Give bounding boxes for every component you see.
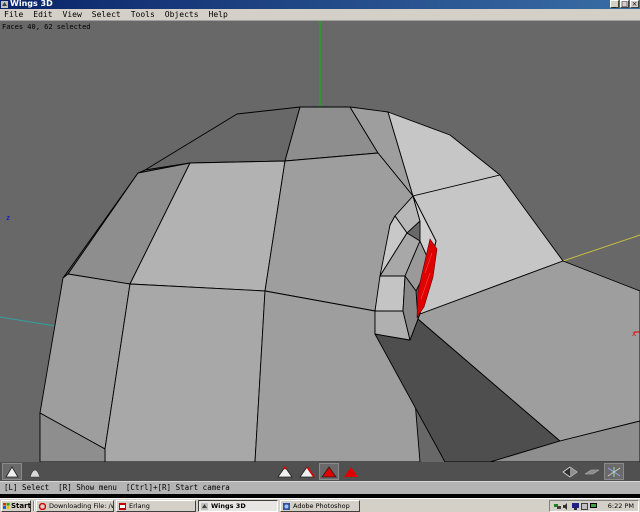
perspective-button[interactable]: [560, 463, 580, 480]
x-axis-label: x: [632, 330, 637, 338]
taskbar-clock: 6:22 PM: [607, 502, 634, 510]
menu-tools[interactable]: Tools: [126, 9, 160, 21]
menu-file[interactable]: File: [0, 9, 28, 21]
3d-viewport[interactable]: Faces 40, 62 selected z x: [0, 21, 640, 462]
axes-icon: [607, 466, 621, 477]
opera-icon: [39, 503, 46, 510]
erlang-icon: [119, 503, 126, 510]
display-tray-icon[interactable]: [572, 503, 579, 510]
mesh-face: [374, 275, 406, 312]
menu-help[interactable]: Help: [204, 9, 233, 21]
edge-select-button[interactable]: [297, 463, 317, 480]
task-wings-3d[interactable]: Wings 3D: [198, 500, 278, 512]
body-select-button[interactable]: [341, 463, 361, 480]
smooth-preview-icon: [29, 469, 41, 477]
task-erlang[interactable]: Erlang: [116, 500, 196, 512]
volume-tray-icon[interactable]: [563, 503, 570, 510]
edge-select-mode-icon: [299, 465, 315, 477]
smooth-shading-icon: [5, 465, 19, 477]
status-text: [L] Select [R] Show menu [Ctrl]+[R] Star…: [4, 483, 230, 492]
start-label: Start: [11, 502, 31, 510]
wings-app-icon: [1, 1, 8, 8]
ground-grid-icon: [584, 469, 600, 474]
task-downloading[interactable]: Downloading File: /wings/...: [36, 500, 114, 512]
menu-view[interactable]: View: [58, 9, 87, 21]
mesh-faces: [39, 106, 640, 462]
smooth-shading-button[interactable]: [2, 463, 22, 480]
z-axis-line: [0, 316, 56, 327]
face-select-mode-icon: [321, 465, 337, 477]
task-label: Erlang: [129, 502, 150, 510]
windows-flag-icon: [3, 503, 10, 509]
select-mode-toolbar: [0, 462, 640, 481]
mesh-face: [144, 106, 301, 171]
face-select-button[interactable]: [319, 463, 339, 480]
status-bar: [L] Select [R] Show menu [Ctrl]+[R] Star…: [0, 481, 640, 494]
menu-bar: File Edit View Select Tools Objects Help: [0, 9, 640, 21]
system-tray: 6:22 PM: [549, 500, 639, 512]
vertex-select-button[interactable]: [275, 463, 295, 480]
minimize-button[interactable]: _: [610, 0, 619, 8]
start-button[interactable]: Start: [1, 500, 31, 512]
photoshop-icon: [283, 503, 290, 510]
close-button[interactable]: ×: [630, 0, 639, 8]
axes-button[interactable]: [604, 463, 624, 480]
task-label: Wings 3D: [211, 502, 246, 510]
monitor-tray-icon[interactable]: [590, 503, 597, 510]
menu-objects[interactable]: Objects: [160, 9, 204, 21]
mesh-face: [104, 283, 266, 462]
z-axis-label: z: [6, 214, 11, 222]
task-adobe-photoshop[interactable]: Adobe Photoshop: [280, 500, 360, 512]
wings-icon: [201, 503, 208, 510]
task-label: Downloading File: /wings/...: [49, 502, 113, 510]
taskbar: Start Downloading File: /wings/... Erlan…: [0, 498, 640, 512]
mesh-canvas[interactable]: [0, 21, 640, 462]
network-tray-icon[interactable]: [554, 503, 561, 510]
ground-grid-button[interactable]: [582, 463, 602, 480]
smooth-preview-button[interactable]: [25, 463, 45, 480]
app-tray-icon[interactable]: [581, 503, 588, 510]
x-axis-line: [559, 234, 640, 263]
maximize-button[interactable]: □: [620, 0, 629, 8]
vertex-select-mode-icon: [277, 465, 293, 477]
perspective-icon: [562, 466, 578, 477]
menu-edit[interactable]: Edit: [28, 9, 57, 21]
menu-select[interactable]: Select: [87, 9, 126, 21]
body-select-mode-icon: [344, 466, 358, 477]
selection-info: Faces 40, 62 selected: [2, 23, 91, 31]
task-label: Adobe Photoshop: [293, 502, 350, 510]
taskbar-separator: [33, 501, 35, 511]
